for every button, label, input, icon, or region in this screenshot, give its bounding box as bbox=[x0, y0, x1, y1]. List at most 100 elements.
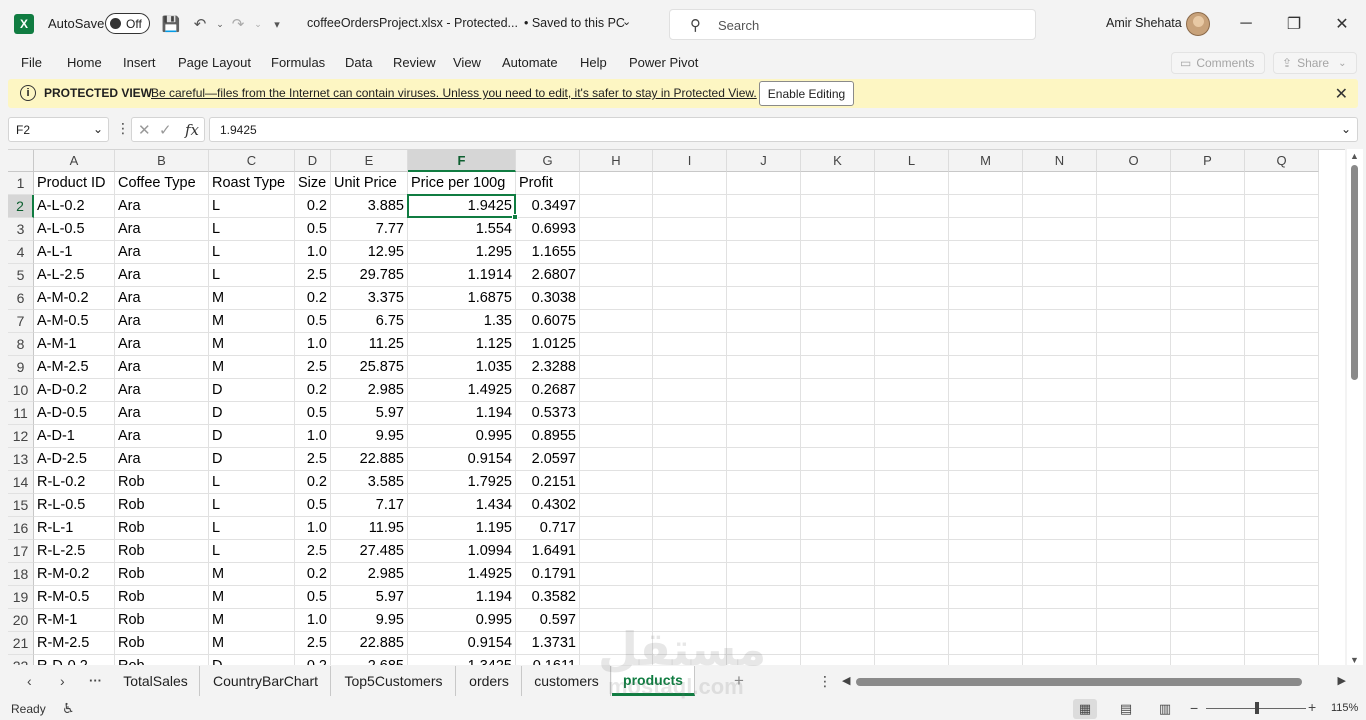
scroll-left-icon[interactable]: ◀ bbox=[842, 674, 850, 687]
table-cell[interactable] bbox=[1097, 241, 1171, 264]
redo-icon[interactable]: ↷ bbox=[227, 13, 249, 35]
table-cell[interactable]: R-M-1 bbox=[34, 609, 115, 632]
table-cell[interactable] bbox=[1171, 172, 1245, 195]
table-cell[interactable] bbox=[1023, 632, 1097, 655]
table-cell[interactable] bbox=[580, 517, 653, 540]
table-cell[interactable] bbox=[1097, 333, 1171, 356]
table-cell[interactable] bbox=[1245, 448, 1319, 471]
minimize-icon[interactable]: ─ bbox=[1234, 12, 1258, 36]
table-cell[interactable] bbox=[727, 655, 801, 665]
table-cell[interactable]: 0.995 bbox=[408, 609, 516, 632]
table-cell[interactable] bbox=[580, 586, 653, 609]
table-cell[interactable] bbox=[801, 563, 875, 586]
table-cell[interactable] bbox=[727, 379, 801, 402]
table-cell[interactable]: D bbox=[209, 402, 295, 425]
table-cell[interactable] bbox=[801, 494, 875, 517]
table-cell[interactable] bbox=[1023, 333, 1097, 356]
table-cell[interactable]: 2.6807 bbox=[516, 264, 580, 287]
table-cell[interactable]: A-D-2.5 bbox=[34, 448, 115, 471]
column-header-n[interactable]: N bbox=[1023, 150, 1097, 172]
table-cell[interactable]: Rob bbox=[115, 471, 209, 494]
zoom-slider-thumb[interactable] bbox=[1255, 702, 1259, 714]
row-header[interactable]: 5 bbox=[8, 264, 34, 287]
row-header[interactable]: 12 bbox=[8, 425, 34, 448]
table-cell[interactable]: L bbox=[209, 218, 295, 241]
table-cell[interactable] bbox=[580, 563, 653, 586]
table-cell[interactable] bbox=[1171, 471, 1245, 494]
column-header-e[interactable]: E bbox=[331, 150, 408, 172]
table-cell[interactable] bbox=[949, 655, 1023, 665]
table-cell[interactable]: 12.95 bbox=[331, 241, 408, 264]
table-cell[interactable] bbox=[949, 632, 1023, 655]
table-cell[interactable] bbox=[727, 172, 801, 195]
add-sheet-icon[interactable]: + bbox=[734, 671, 744, 691]
table-cell[interactable]: 0.5 bbox=[295, 310, 331, 333]
column-header-l[interactable]: L bbox=[875, 150, 949, 172]
table-cell[interactable]: 0.2 bbox=[295, 655, 331, 665]
table-cell[interactable] bbox=[801, 471, 875, 494]
table-cell[interactable] bbox=[875, 195, 949, 218]
table-cell[interactable]: M bbox=[209, 586, 295, 609]
header-cell[interactable]: Size bbox=[295, 172, 331, 195]
table-cell[interactable]: 0.3038 bbox=[516, 287, 580, 310]
table-cell[interactable]: 1.35 bbox=[408, 310, 516, 333]
header-cell[interactable]: Coffee Type bbox=[115, 172, 209, 195]
table-cell[interactable] bbox=[580, 195, 653, 218]
table-cell[interactable] bbox=[875, 287, 949, 310]
table-cell[interactable] bbox=[653, 448, 727, 471]
table-cell[interactable]: Ara bbox=[115, 195, 209, 218]
row-header[interactable]: 21 bbox=[8, 632, 34, 655]
table-cell[interactable] bbox=[801, 402, 875, 425]
table-cell[interactable]: 0.6075 bbox=[516, 310, 580, 333]
table-cell[interactable] bbox=[801, 517, 875, 540]
insert-function-icon[interactable]: fx bbox=[185, 121, 199, 139]
worksheet-grid[interactable]: A B C D E F G H I J K L M N O P Q 1 Product ID Coffee Type R… bbox=[8, 149, 1345, 665]
row-header[interactable]: 19 bbox=[8, 586, 34, 609]
row-header[interactable]: 20 bbox=[8, 609, 34, 632]
table-cell[interactable] bbox=[1245, 310, 1319, 333]
table-cell[interactable] bbox=[1097, 586, 1171, 609]
table-cell[interactable] bbox=[1171, 310, 1245, 333]
table-cell[interactable] bbox=[1023, 241, 1097, 264]
table-cell[interactable] bbox=[949, 540, 1023, 563]
scroll-right-icon[interactable]: ▶ bbox=[1338, 674, 1346, 687]
table-cell[interactable]: 0.5 bbox=[295, 494, 331, 517]
table-cell[interactable] bbox=[801, 655, 875, 665]
protected-view-message[interactable]: Be careful—files from the Internet can c… bbox=[151, 86, 757, 100]
table-cell[interactable] bbox=[801, 379, 875, 402]
table-cell[interactable]: 0.5 bbox=[295, 402, 331, 425]
column-header-d[interactable]: D bbox=[295, 150, 331, 172]
table-cell[interactable] bbox=[653, 402, 727, 425]
table-cell[interactable] bbox=[653, 471, 727, 494]
autosave-toggle[interactable]: Off bbox=[105, 13, 150, 34]
table-cell[interactable]: 1.0 bbox=[295, 241, 331, 264]
header-cell[interactable]: Unit Price bbox=[331, 172, 408, 195]
table-cell[interactable]: 2.0597 bbox=[516, 448, 580, 471]
table-cell[interactable] bbox=[580, 609, 653, 632]
table-cell[interactable] bbox=[949, 241, 1023, 264]
table-cell[interactable] bbox=[653, 218, 727, 241]
table-cell[interactable] bbox=[949, 172, 1023, 195]
table-cell[interactable] bbox=[1171, 517, 1245, 540]
table-cell[interactable] bbox=[1245, 632, 1319, 655]
table-cell[interactable] bbox=[949, 402, 1023, 425]
table-cell[interactable] bbox=[727, 632, 801, 655]
table-cell[interactable] bbox=[1097, 310, 1171, 333]
table-cell[interactable] bbox=[1097, 609, 1171, 632]
table-cell[interactable]: 0.5 bbox=[295, 586, 331, 609]
table-cell[interactable] bbox=[801, 264, 875, 287]
tab-file[interactable]: File bbox=[21, 55, 42, 70]
table-cell[interactable] bbox=[1245, 471, 1319, 494]
tab-formulas[interactable]: Formulas bbox=[271, 55, 325, 70]
table-cell[interactable]: 7.77 bbox=[331, 218, 408, 241]
table-cell[interactable]: A-M-0.5 bbox=[34, 310, 115, 333]
table-cell[interactable] bbox=[875, 655, 949, 665]
table-cell[interactable] bbox=[949, 287, 1023, 310]
table-cell[interactable] bbox=[875, 379, 949, 402]
table-cell[interactable] bbox=[1023, 517, 1097, 540]
table-cell[interactable]: 0.3497 bbox=[516, 195, 580, 218]
table-cell[interactable]: L bbox=[209, 264, 295, 287]
table-cell[interactable] bbox=[1245, 563, 1319, 586]
row-header[interactable]: 9 bbox=[8, 356, 34, 379]
table-cell[interactable]: Rob bbox=[115, 563, 209, 586]
